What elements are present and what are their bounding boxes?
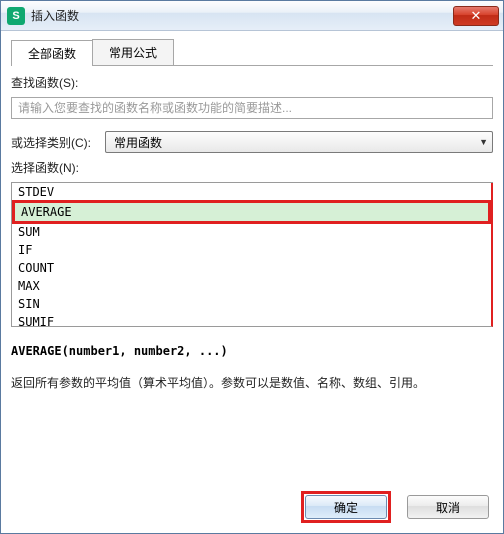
list-item[interactable]: COUNT bbox=[12, 259, 491, 277]
list-item[interactable]: SUMIF bbox=[12, 313, 491, 327]
dialog-body: 全部函数 常用公式 查找函数(S): 或选择类别(C): 常用函数 ▼ 选择函数… bbox=[1, 31, 503, 533]
category-label: 或选择类别(C): bbox=[11, 134, 91, 151]
cancel-wrap: 取消 bbox=[403, 491, 493, 523]
cancel-button[interactable]: 取消 bbox=[407, 495, 489, 519]
dialog-window: S 插入函数 ✕ 全部函数 常用公式 查找函数(S): 或选择类别(C): 常用… bbox=[0, 0, 504, 534]
button-bar: 确定 取消 bbox=[11, 483, 493, 523]
category-selected: 常用函数 bbox=[114, 134, 162, 151]
select-function-label: 选择函数(N): bbox=[11, 161, 79, 175]
list-item[interactable]: SIN bbox=[12, 295, 491, 313]
list-item[interactable]: MAX bbox=[12, 277, 491, 295]
tabs: 全部函数 常用公式 bbox=[11, 39, 493, 66]
ok-button[interactable]: 确定 bbox=[305, 495, 387, 519]
search-label: 查找函数(S): bbox=[11, 76, 78, 90]
titlebar: S 插入函数 ✕ bbox=[1, 1, 503, 31]
ok-highlight: 确定 bbox=[301, 491, 391, 523]
function-description: 返回所有参数的平均值（算术平均值）。参数可以是数值、名称、数组、引用。 bbox=[11, 373, 493, 393]
list-item[interactable]: AVERAGE bbox=[12, 200, 491, 224]
window-title: 插入函数 bbox=[31, 7, 453, 24]
function-signature: AVERAGE(number1, number2, ...) bbox=[11, 341, 493, 361]
description-area: AVERAGE(number1, number2, ...) 返回所有参数的平均… bbox=[11, 341, 493, 394]
list-item[interactable]: STDEV bbox=[12, 183, 491, 201]
list-item[interactable]: SUM bbox=[12, 223, 491, 241]
category-dropdown[interactable]: 常用函数 ▼ bbox=[105, 131, 493, 153]
tab-all-functions[interactable]: 全部函数 bbox=[11, 40, 93, 66]
close-button[interactable]: ✕ bbox=[453, 6, 499, 26]
tab-common-formulas[interactable]: 常用公式 bbox=[92, 39, 174, 65]
function-listbox[interactable]: STDEVAVERAGESUMIFCOUNTMAXSINSUMIF bbox=[11, 183, 493, 327]
app-icon: S bbox=[7, 7, 25, 25]
chevron-down-icon: ▼ bbox=[479, 137, 488, 147]
search-input[interactable] bbox=[11, 97, 493, 119]
list-item[interactable]: IF bbox=[12, 241, 491, 259]
close-icon: ✕ bbox=[471, 8, 482, 24]
